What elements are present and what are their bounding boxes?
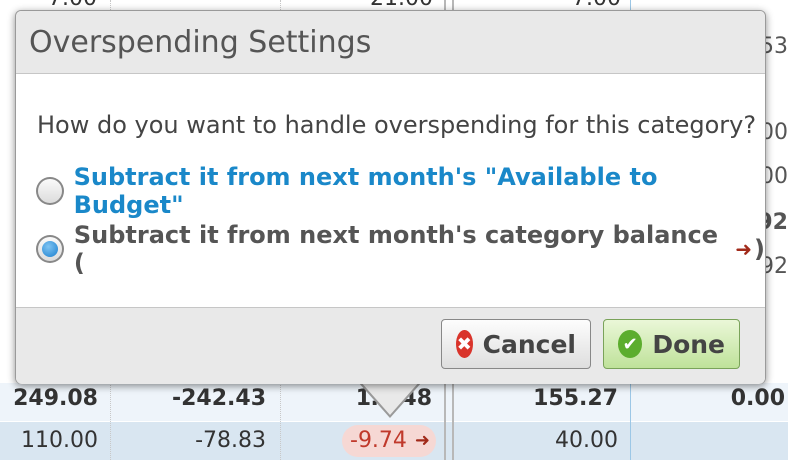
cell-activity: -78.83 <box>195 428 266 453</box>
radio-selected-dot <box>41 241 58 257</box>
radio-available-to-budget[interactable] <box>36 177 64 205</box>
done-button[interactable]: ✔ Done <box>603 319 740 369</box>
cell-available-negative: -9.74 <box>350 428 407 453</box>
dialog-footer: ✖ Cancel ✔ Done <box>16 307 765 384</box>
option-available-to-budget[interactable]: Subtract it from next month's "Available… <box>36 163 765 219</box>
dialog-question: How do you want to handle overspending f… <box>37 111 757 139</box>
rollover-arrow-icon: ➜ <box>735 237 753 261</box>
cell-budgeted: 249.08 <box>13 386 98 411</box>
cell-edge: 0.00 <box>730 386 785 411</box>
overspending-settings-dialog: Overspending Settings How do you want to… <box>15 10 766 384</box>
cell-next: 40.00 <box>555 428 618 453</box>
dialog-header: Overspending Settings <box>16 11 765 74</box>
cell-next: 155.27 <box>533 386 618 411</box>
radio-category-balance[interactable] <box>36 235 64 263</box>
option-label: Subtract it from next month's category b… <box>73 221 719 277</box>
cell-budgeted: 110.00 <box>21 428 98 453</box>
cancel-button[interactable]: ✖ Cancel <box>441 319 591 369</box>
dialog-title: Overspending Settings <box>29 25 372 60</box>
option-category-balance[interactable]: Subtract it from next month's category b… <box>36 221 765 277</box>
cell-activity: -242.43 <box>171 386 266 411</box>
option-label[interactable]: Subtract it from next month's "Available… <box>74 163 765 219</box>
done-label: Done <box>652 329 725 359</box>
dialog-pointer <box>360 381 420 415</box>
option-label-suffix: ) <box>754 235 765 263</box>
checkmark-icon: ✔ <box>618 330 643 358</box>
cancel-icon: ✖ <box>456 330 473 358</box>
cancel-label: Cancel <box>482 329 576 359</box>
rollover-arrow-icon: ➜ <box>414 430 430 451</box>
